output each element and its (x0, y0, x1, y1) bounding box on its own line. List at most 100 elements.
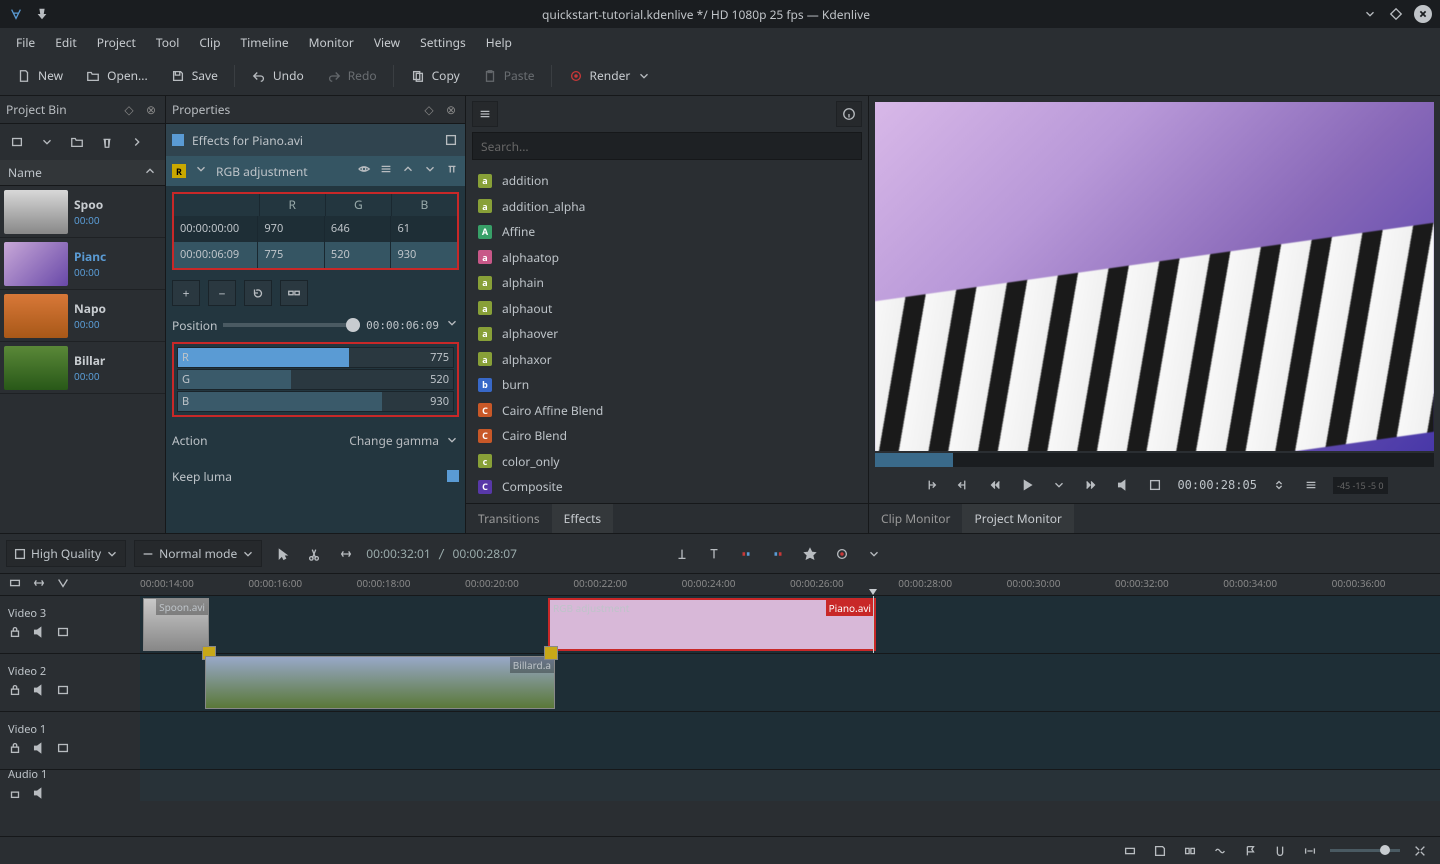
menu-file[interactable]: File (6, 30, 45, 55)
diamond-icon[interactable]: ◇ (121, 102, 137, 118)
dropdown-icon[interactable] (862, 542, 886, 566)
fullscreen-icon[interactable] (1145, 475, 1165, 495)
forward-icon[interactable] (1081, 475, 1101, 495)
delete-effect-icon[interactable] (445, 162, 459, 180)
bin-item[interactable]: Pianc00:00 (0, 238, 165, 290)
effect-item[interactable]: bburn (466, 372, 868, 398)
effect-item[interactable]: aalphaatop (466, 245, 868, 271)
ruler-icon-1[interactable] (8, 576, 22, 594)
effect-item[interactable]: ccolor_only (466, 449, 868, 475)
render-button[interactable]: Render (558, 62, 663, 89)
close-panel-icon[interactable]: ⊗ (143, 102, 159, 118)
list-view-button[interactable] (472, 101, 498, 127)
search-input[interactable]: Search... (472, 132, 862, 160)
menu-project[interactable]: Project (87, 30, 146, 55)
keep-luma-checkbox[interactable] (447, 470, 459, 482)
tab-transitions[interactable]: Transitions (466, 504, 552, 533)
lock-icon[interactable] (8, 625, 22, 643)
reset-keyframe-button[interactable] (244, 280, 272, 306)
track-lane[interactable] (140, 770, 1440, 801)
menu-icon[interactable] (379, 162, 393, 180)
timecode-stepper-icon[interactable] (1269, 475, 1289, 495)
keyframe-row[interactable]: 00:00:00:0097064661 (174, 216, 457, 242)
monitor-timecode[interactable]: 00:00:28:05 (1177, 478, 1256, 492)
bin-item[interactable]: Billar00:00 (0, 342, 165, 394)
track-lane[interactable]: Billard.a (140, 654, 1440, 711)
clip-spoon[interactable]: Spoon.avi (143, 598, 209, 651)
pointer-tool-icon[interactable] (270, 542, 294, 566)
hamburger-icon[interactable] (1301, 475, 1321, 495)
effect-item[interactable]: CComposite (466, 474, 868, 500)
marker1-icon[interactable] (670, 542, 694, 566)
position-slider[interactable] (223, 323, 360, 327)
b-slider[interactable]: B930 (177, 391, 454, 412)
clip-billard[interactable]: Billard.a (205, 656, 555, 709)
link-keyframe-button[interactable] (280, 280, 308, 306)
action-dropdown[interactable]: Change gamma (349, 432, 459, 449)
bin-column-header[interactable]: Name (0, 160, 165, 186)
g-slider[interactable]: G520 (177, 369, 454, 390)
effect-item[interactable]: aalphaxor (466, 347, 868, 373)
add-keyframe-button[interactable]: + (172, 280, 200, 306)
volume-icon[interactable] (1113, 475, 1133, 495)
hide-icon[interactable] (56, 741, 70, 759)
menu-settings[interactable]: Settings (410, 30, 476, 55)
bin-item[interactable]: Napo00:00 (0, 290, 165, 342)
undo-button[interactable]: Undo (241, 62, 314, 89)
minimize-icon[interactable] (1362, 6, 1378, 22)
hide-icon[interactable] (56, 625, 70, 643)
effect-item[interactable]: aalphain (466, 270, 868, 296)
clip-transition[interactable] (544, 646, 558, 660)
sb-wave-icon[interactable] (1210, 841, 1230, 861)
ruler-icon-3[interactable] (56, 576, 70, 594)
move-down-icon[interactable] (423, 162, 437, 180)
menu-clip[interactable]: Clip (189, 30, 230, 55)
next-icon[interactable] (124, 129, 150, 155)
close-icon[interactable] (1414, 5, 1432, 23)
save-effect-icon[interactable] (443, 132, 459, 148)
pin-icon[interactable] (34, 6, 50, 22)
track-lane[interactable]: Spoon.avi RGB adjustmentPiano.avi (140, 596, 1440, 653)
marker3-icon[interactable] (734, 542, 758, 566)
chevron-down-icon[interactable] (636, 68, 652, 84)
effect-item[interactable]: CCairo Blend (466, 423, 868, 449)
delete-button[interactable] (94, 129, 120, 155)
sb-zoom-icon[interactable] (1410, 841, 1430, 861)
menu-timeline[interactable]: Timeline (231, 30, 299, 55)
dropdown-icon[interactable] (34, 129, 60, 155)
bin-item[interactable]: Spoo00:00 (0, 186, 165, 238)
lock-icon[interactable] (8, 786, 22, 804)
close-panel-icon[interactable]: ⊗ (443, 102, 459, 118)
spacer-tool-icon[interactable] (334, 542, 358, 566)
mute-icon[interactable] (32, 683, 46, 701)
effect-item[interactable]: aalphaover (466, 321, 868, 347)
menu-edit[interactable]: Edit (45, 30, 86, 55)
sb-snap-icon[interactable] (1270, 841, 1290, 861)
effect-item[interactable]: AAffine (466, 219, 868, 245)
razor-tool-icon[interactable] (302, 542, 326, 566)
save-button[interactable]: Save (160, 62, 228, 89)
effect-item[interactable]: CCairo Affine Blend (466, 398, 868, 424)
playhead[interactable] (873, 596, 874, 653)
chevron-icon[interactable] (445, 316, 459, 334)
move-up-icon[interactable] (401, 162, 415, 180)
lock-icon[interactable] (8, 683, 22, 701)
marker4-icon[interactable] (766, 542, 790, 566)
mute-icon[interactable] (32, 625, 46, 643)
new-button[interactable]: New (6, 62, 73, 89)
sb-icon[interactable] (1120, 841, 1140, 861)
effect-item[interactable]: aaddition_alpha (466, 194, 868, 220)
in-point-icon[interactable] (921, 475, 941, 495)
play-dropdown-icon[interactable] (1049, 475, 1069, 495)
info-button[interactable] (836, 101, 862, 127)
quality-dropdown[interactable]: High Quality (6, 540, 126, 567)
mode-dropdown[interactable]: Normal mode (134, 540, 262, 567)
out-point-icon[interactable] (953, 475, 973, 495)
visibility-icon[interactable] (357, 162, 371, 180)
favorite-icon[interactable] (798, 542, 822, 566)
menu-view[interactable]: View (364, 30, 410, 55)
tab-clip-monitor[interactable]: Clip Monitor (869, 504, 962, 533)
sb-flag-icon[interactable] (1240, 841, 1260, 861)
sb-save-icon[interactable] (1150, 841, 1170, 861)
sb-fit-icon[interactable] (1300, 841, 1320, 861)
